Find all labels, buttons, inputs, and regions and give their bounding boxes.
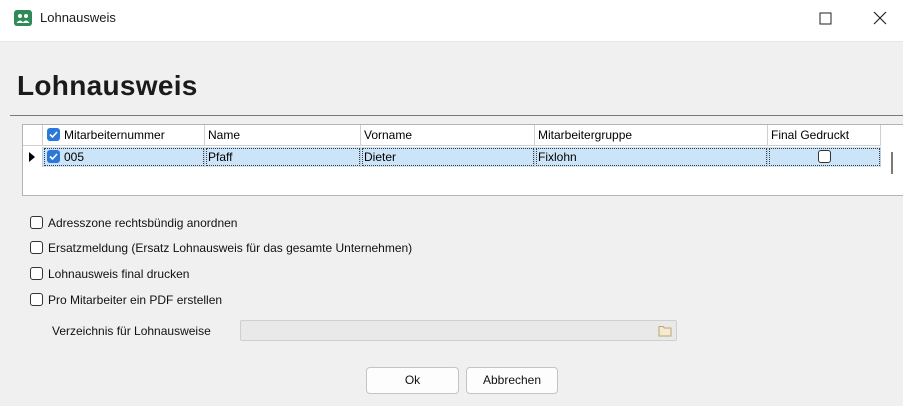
- column-name[interactable]: Name: [205, 125, 361, 145]
- cell-mitarbeiternummer[interactable]: 005: [43, 147, 205, 167]
- adresszone-checkbox[interactable]: [30, 216, 43, 229]
- row-header-column: [23, 125, 43, 145]
- column-final-gedruckt[interactable]: Final Gedruckt: [768, 125, 881, 145]
- title-divider: [10, 115, 903, 116]
- cell-name[interactable]: Pfaff: [205, 147, 361, 167]
- column-header-label: Mitarbeiternummer: [64, 128, 165, 142]
- option-label: Lohnausweis final drucken: [48, 267, 190, 281]
- directory-label: Verzeichnis für Lohnausweise: [52, 324, 211, 338]
- maximize-icon[interactable]: [814, 8, 838, 30]
- cell-final-gedruckt[interactable]: [768, 147, 881, 167]
- title-bar: Lohnausweis: [0, 0, 903, 42]
- cell-vorname[interactable]: Dieter: [361, 147, 535, 167]
- row-checkbox[interactable]: [47, 150, 60, 163]
- pdf-pro-mitarbeiter-checkbox[interactable]: [30, 293, 43, 306]
- ok-button[interactable]: Ok: [366, 367, 459, 394]
- option-label: Adresszone rechtsbündig anordnen: [48, 216, 238, 230]
- table-row[interactable]: 005 Pfaff Dieter Fixlohn: [23, 147, 881, 167]
- window-title: Lohnausweis: [40, 10, 116, 25]
- row-selector[interactable]: [23, 147, 43, 167]
- column-header-label: Mitarbeitergruppe: [538, 128, 633, 142]
- column-header-label: Vorname: [364, 128, 413, 142]
- cancel-button[interactable]: Abbrechen: [466, 367, 558, 394]
- cell-text: Pfaff: [208, 150, 233, 164]
- select-all-checkbox[interactable]: [47, 128, 60, 141]
- close-icon[interactable]: [868, 8, 892, 30]
- column-vorname[interactable]: Vorname: [361, 125, 535, 145]
- final-drucken-checkbox[interactable]: [30, 267, 43, 280]
- cell-mitarbeitergruppe[interactable]: Fixlohn: [535, 147, 768, 167]
- cell-text: Fixlohn: [538, 150, 577, 164]
- option-label: Pro Mitarbeiter ein PDF erstellen: [48, 293, 223, 307]
- employee-grid[interactable]: Mitarbeiternummer Name Vorname Mitarbeit…: [22, 124, 903, 196]
- grid-scrollbar[interactable]: [891, 152, 893, 174]
- column-mitarbeitergruppe[interactable]: Mitarbeitergruppe: [535, 125, 768, 145]
- grid-header: Mitarbeiternummer Name Vorname Mitarbeit…: [23, 125, 881, 146]
- folder-icon: [658, 324, 672, 340]
- cell-text: 005: [64, 150, 85, 164]
- option-label: Ersatzmeldung (Ersatz Lohnausweis für da…: [48, 241, 413, 255]
- people-icon: [14, 10, 32, 26]
- current-row-arrow-icon: [29, 152, 35, 162]
- page-title: Lohnausweis: [17, 70, 198, 101]
- column-header-label: Name: [208, 128, 241, 142]
- final-gedruckt-checkbox[interactable]: [818, 150, 831, 163]
- cell-text: Dieter: [364, 150, 397, 164]
- directory-field: [240, 320, 677, 341]
- column-header-label: Final Gedruckt: [771, 128, 850, 142]
- column-mitarbeiternummer[interactable]: Mitarbeiternummer: [43, 125, 205, 145]
- ersatzmeldung-checkbox[interactable]: [30, 241, 43, 254]
